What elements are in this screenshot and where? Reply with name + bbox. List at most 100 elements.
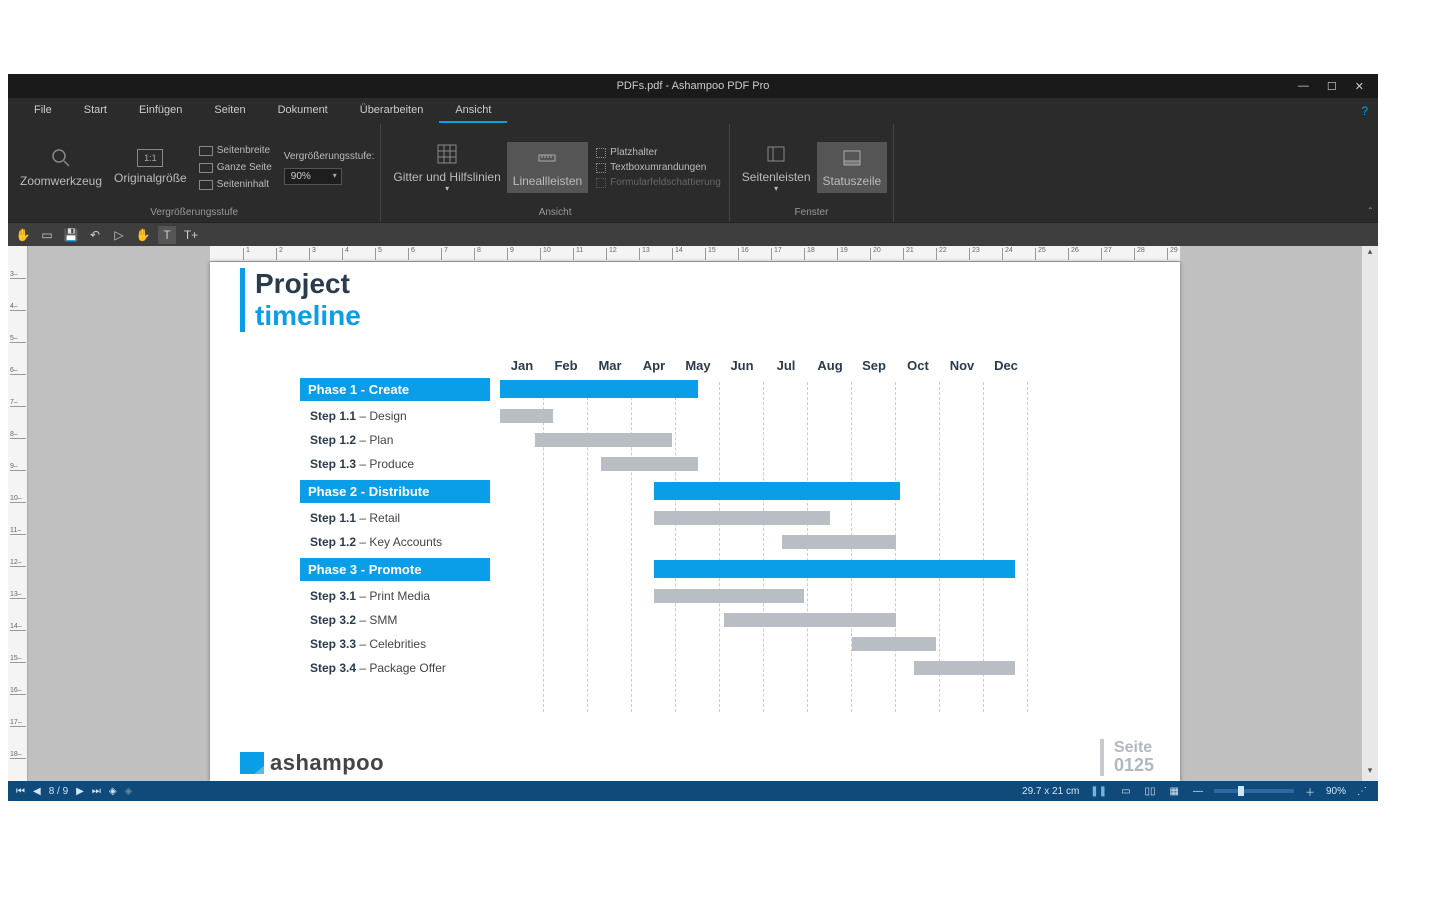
gantt-step-row: Step 3.2 – SMM [300, 609, 1140, 631]
month-header: May [676, 358, 720, 373]
gantt-bar [601, 457, 698, 471]
form-shading-toggle[interactable]: Formularfeldschattierung [594, 176, 723, 189]
magnifier-icon [49, 146, 73, 170]
document-area: 3–4–5–6–7–8–9–10–11–12–13–14–15–16–17–18… [8, 246, 1378, 781]
page-indicator: 8 / 9 [49, 786, 68, 797]
gantt-chart: JanFebMarAprMayJunJulAugSepOctNovDec Pha… [300, 358, 1140, 679]
placeholder-toggle[interactable]: Platzhalter [594, 146, 723, 159]
menubar: FileStartEinfügenSeitenDokumentÜberarbei… [8, 98, 1378, 124]
side-panels-button[interactable]: Seitenleisten▾ [736, 138, 817, 198]
zoom-level-label: Vergrößerungsstufe: [284, 151, 375, 162]
ashampoo-icon [240, 752, 264, 774]
hand-tool-button[interactable]: ✋ [14, 226, 32, 244]
zoom-in-button[interactable]: ＋ [1302, 784, 1318, 799]
minimize-button[interactable]: — [1298, 80, 1309, 93]
month-header: Oct [896, 358, 940, 373]
gantt-bar [500, 380, 698, 398]
gantt-bar [782, 535, 896, 549]
gantt-phase-row: Phase 2 - Distribute [300, 477, 1140, 505]
footer-page-number: Seite 0125 [1100, 739, 1154, 776]
month-header: Jan [500, 358, 544, 373]
view-mode-1-button[interactable]: ❚❚ [1087, 786, 1110, 797]
menu-item-start[interactable]: Start [68, 99, 123, 123]
titlebar: PDFs.pdf - Ashampoo PDF Pro — ☐ ✕ [8, 74, 1378, 98]
ribbon-group-label: Fenster [736, 205, 887, 222]
page-content-icon [199, 180, 213, 190]
month-header: Feb [544, 358, 588, 373]
nav-fwd-button[interactable]: ◈ [125, 786, 133, 797]
pan-tool-button[interactable]: ✋ [134, 226, 152, 244]
zoom-out-button[interactable]: — [1190, 786, 1206, 797]
month-header: Mar [588, 358, 632, 373]
gantt-step-row: Step 3.1 – Print Media [300, 585, 1140, 607]
month-header: Apr [632, 358, 676, 373]
close-button[interactable]: ✕ [1355, 80, 1364, 93]
menu-item-ansicht[interactable]: Ansicht [439, 99, 507, 123]
zoom-percentage: 90% [1326, 786, 1346, 797]
next-page-button[interactable]: ▶ [76, 786, 84, 797]
whole-page-button[interactable]: Ganze Seite [197, 160, 274, 175]
last-page-button[interactable]: ⏭ [92, 786, 101, 797]
menu-item-dokument[interactable]: Dokument [262, 99, 344, 123]
month-header: Aug [808, 358, 852, 373]
month-header: Sep [852, 358, 896, 373]
gantt-step-row: Step 1.2 – Plan [300, 429, 1140, 451]
gantt-step-row: Step 3.4 – Package Offer [300, 657, 1140, 679]
save-button[interactable]: 💾 [62, 226, 80, 244]
footer-logo: ashampoo [240, 750, 384, 776]
gantt-bar [654, 560, 1015, 578]
resize-grip-icon[interactable]: ⋰ [1354, 786, 1370, 797]
month-header: Nov [940, 358, 984, 373]
gantt-phase-row: Phase 1 - Create [300, 375, 1140, 403]
month-header: Dec [984, 358, 1028, 373]
gantt-step-row: Step 1.1 – Retail [300, 507, 1140, 529]
gantt-bar [914, 661, 1015, 675]
menu-item-überarbeiten[interactable]: Überarbeiten [344, 99, 440, 123]
gantt-bar [535, 433, 671, 447]
gantt-bar [724, 613, 896, 627]
zoom-slider[interactable] [1214, 789, 1294, 793]
ribbon: Zoomwerkzeug 1:1 Originalgröße Seitenbre… [8, 124, 1378, 222]
menu-item-seiten[interactable]: Seiten [198, 99, 261, 123]
undo-button[interactable]: ↶ [86, 226, 104, 244]
nav-back-button[interactable]: ◈ [109, 786, 117, 797]
status-line-icon [840, 146, 864, 170]
prev-page-button[interactable]: ◀ [33, 786, 41, 797]
canvas[interactable]: Project timeline JanFebMarAprMayJunJulAu… [28, 262, 1362, 781]
gantt-bar [500, 409, 553, 423]
grid-guides-button[interactable]: Gitter und Hilfslinien▾ [387, 138, 506, 198]
ruler-icon [535, 146, 559, 170]
vertical-scrollbar[interactable]: ▴ ▾ [1362, 246, 1378, 781]
text-add-button[interactable]: T+ [182, 226, 200, 244]
view-mode-2-button[interactable]: ▭ [1118, 786, 1133, 797]
scroll-up-icon[interactable]: ▴ [1362, 246, 1378, 262]
original-size-button[interactable]: 1:1 Originalgröße [108, 145, 193, 189]
menu-item-file[interactable]: File [18, 99, 68, 123]
scroll-down-icon[interactable]: ▾ [1362, 765, 1378, 781]
month-header: Jun [720, 358, 764, 373]
pointer-tool-button[interactable]: ▷ [110, 226, 128, 244]
gantt-bar [654, 511, 830, 525]
ribbon-collapse-button[interactable]: ˆ [1369, 207, 1372, 218]
one-to-one-icon: 1:1 [137, 149, 163, 167]
help-button[interactable]: ? [1361, 104, 1368, 118]
page-width-button[interactable]: Seitenbreite [197, 143, 274, 158]
maximize-button[interactable]: ☐ [1327, 80, 1337, 93]
open-button[interactable]: ▭ [38, 226, 56, 244]
menu-item-einfügen[interactable]: Einfügen [123, 99, 198, 123]
page-width-icon [199, 146, 213, 156]
rulers-button[interactable]: Lineallleisten [507, 142, 588, 192]
status-line-button[interactable]: Statuszeile [817, 142, 888, 192]
first-page-button[interactable]: ⏮ [16, 786, 25, 797]
zoom-level-select[interactable]: 90% [284, 168, 342, 185]
view-mode-4-button[interactable]: ▦ [1167, 786, 1182, 797]
zoom-tool-button[interactable]: Zoomwerkzeug [14, 142, 108, 192]
gantt-step-row: Step 3.3 – Celebrities [300, 633, 1140, 655]
textbox-borders-toggle[interactable]: Textboxumrandungen [594, 161, 723, 174]
page-content-button[interactable]: Seiteninhalt [197, 177, 274, 192]
page[interactable]: Project timeline JanFebMarAprMayJunJulAu… [210, 262, 1180, 781]
gantt-bar [654, 589, 804, 603]
text-tool-button[interactable]: T [158, 226, 176, 244]
view-mode-3-button[interactable]: ▯▯ [1142, 786, 1159, 797]
vertical-ruler: 3–4–5–6–7–8–9–10–11–12–13–14–15–16–17–18… [8, 246, 28, 781]
